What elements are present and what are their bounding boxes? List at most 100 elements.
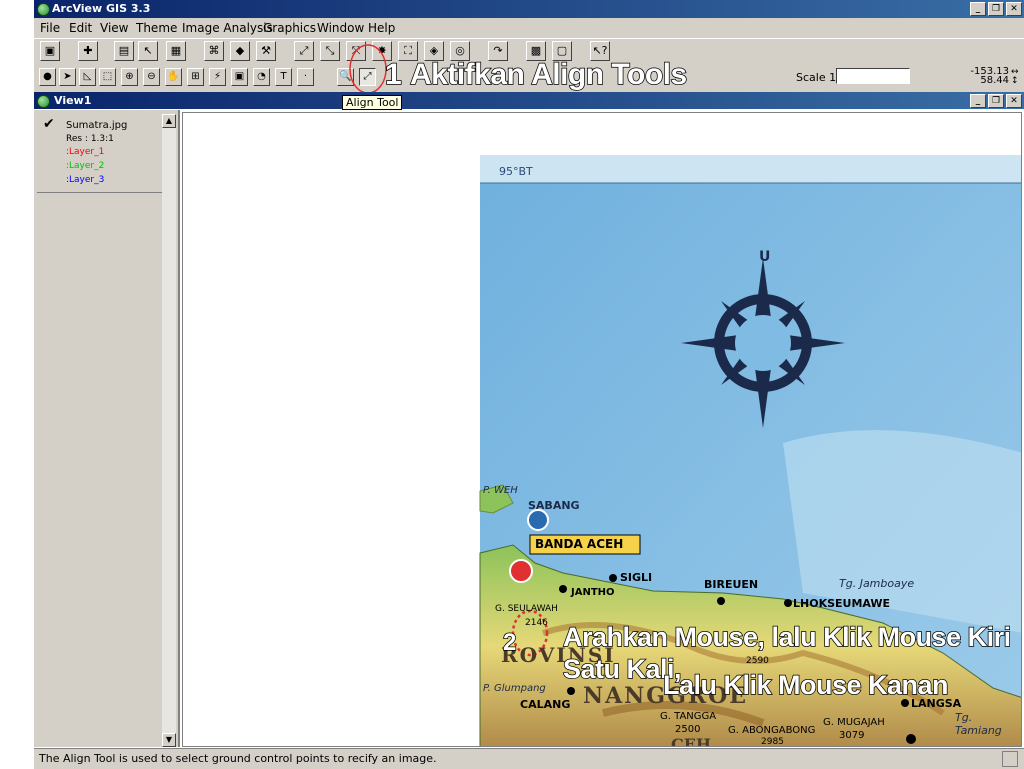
select-feature-icon: ⬚ bbox=[102, 71, 113, 82]
pan-tool[interactable]: ✋ bbox=[165, 68, 182, 86]
theme-entry[interactable]: ✔ Sumatra.jpg Res : 1.3:1 :Layer_1 :Laye… bbox=[37, 114, 162, 193]
vertical-arrow-icon: ↕ bbox=[1011, 76, 1019, 86]
scroll-up-button[interactable]: ▲ bbox=[162, 114, 176, 128]
minimize-button[interactable]: _ bbox=[970, 2, 986, 16]
label-g-mugajah: G. MUGAJAH bbox=[823, 717, 885, 728]
map-canvas[interactable]: 95°BT U P. WEH SABANG BANDA ACEH SIGLI B… bbox=[182, 112, 1022, 747]
zoom-out-icon: ⊖ bbox=[147, 71, 156, 82]
select-by-theme-icon: ◎ bbox=[455, 44, 465, 57]
select-feature-tool[interactable]: ⬚ bbox=[99, 68, 116, 86]
layout-icon: ▢ bbox=[556, 44, 568, 57]
edit-legend-icon: ↖ bbox=[143, 44, 153, 57]
save-button[interactable]: ▣ bbox=[40, 41, 60, 61]
menu-image-analysis[interactable]: Image Analysis bbox=[182, 21, 273, 35]
hot-link-icon: ⚒ bbox=[261, 44, 271, 57]
pan-icon: ✋ bbox=[167, 71, 180, 82]
zoom-in-icon: ⊕ bbox=[125, 71, 134, 82]
coordinate-y: 58.44 bbox=[980, 75, 1009, 86]
longitude-label: 95°BT bbox=[499, 165, 533, 178]
view-restore-button[interactable]: ❐ bbox=[988, 94, 1004, 108]
draw-point-icon: · bbox=[303, 71, 308, 82]
pointer-tool[interactable]: ➤ bbox=[59, 68, 76, 86]
zoom-to-themes-icon: ⤡ bbox=[325, 44, 335, 57]
hotlink-tool[interactable]: ⚡ bbox=[209, 68, 226, 86]
label-tool[interactable]: ◔ bbox=[253, 68, 270, 86]
area-of-interest-tool[interactable]: ▣ bbox=[231, 68, 248, 86]
locate-address-button[interactable]: ◆ bbox=[230, 41, 250, 61]
label-tg-tamiang: Tg. Tamiang bbox=[955, 711, 1002, 737]
app-title: ArcView GIS 3.3 bbox=[52, 2, 151, 15]
open-table-icon: ▦ bbox=[170, 44, 182, 57]
zoom-in-tool[interactable]: ⊕ bbox=[121, 68, 138, 86]
theme-properties-button[interactable]: ▤ bbox=[114, 41, 134, 61]
label-p-weh: P. WEH bbox=[483, 485, 518, 496]
text-tool[interactable]: T bbox=[275, 68, 292, 86]
label-bireuen: BIREUEN bbox=[704, 578, 759, 591]
add-theme-button[interactable]: ✚ bbox=[78, 41, 98, 61]
zoom-out-tool[interactable]: ⊖ bbox=[143, 68, 160, 86]
view-minimize-button[interactable]: _ bbox=[970, 94, 986, 108]
label-sabang: SABANG bbox=[528, 499, 580, 512]
hot-link-button[interactable]: ⚒ bbox=[256, 41, 276, 61]
zoom-full-extent-button[interactable]: ⤢ bbox=[294, 41, 314, 61]
layer-2-label: :Layer_2 bbox=[66, 161, 105, 171]
menu-file[interactable]: File bbox=[40, 21, 60, 35]
step2-number: 2 bbox=[502, 628, 517, 657]
zoom-out-fixed-icon: ⛶ bbox=[404, 44, 412, 57]
label-g-seulawah: G. SEULAWAH bbox=[495, 604, 558, 614]
edit-legend-button[interactable]: ↖ bbox=[138, 41, 158, 61]
resize-grip-icon[interactable] bbox=[1002, 751, 1018, 767]
label-mugajah-height: 3079 bbox=[839, 730, 865, 741]
step1-number: 1 bbox=[384, 57, 402, 92]
layer-3-label: :Layer_3 bbox=[66, 175, 105, 185]
scale-input[interactable] bbox=[836, 68, 910, 84]
measure-tool[interactable]: ⊞ bbox=[187, 68, 204, 86]
identify-icon: ● bbox=[43, 71, 52, 82]
text-tool-icon: T bbox=[280, 71, 287, 82]
pointer-icon: ➤ bbox=[63, 71, 72, 82]
add-theme-icon: ✚ bbox=[83, 44, 93, 57]
clear-selected-icon: ↷ bbox=[493, 44, 503, 57]
scroll-down-button[interactable]: ▼ bbox=[162, 733, 176, 747]
menu-theme[interactable]: Theme bbox=[136, 21, 177, 35]
status-bar: The Align Tool is used to select ground … bbox=[34, 748, 1024, 769]
select-all-icon: ▩ bbox=[530, 44, 542, 57]
query-builder-icon: ⌘ bbox=[208, 44, 220, 57]
north-label: U bbox=[759, 249, 771, 265]
hotlink-tool-icon: ⚡ bbox=[213, 71, 222, 82]
menu-help[interactable]: Help bbox=[368, 21, 395, 35]
view-close-button[interactable]: ✕ bbox=[1006, 94, 1022, 108]
label-g-abongabong: G. ABONGABONG bbox=[728, 725, 816, 736]
menu-edit[interactable]: Edit bbox=[69, 21, 92, 35]
label-tangga-height: 2500 bbox=[675, 724, 701, 735]
step2-line2: Lalu Klik Mouse Kanan bbox=[662, 669, 949, 701]
area-of-interest-icon: ▣ bbox=[234, 71, 245, 82]
label-icon: ◔ bbox=[257, 71, 266, 82]
identify-tool[interactable]: ● bbox=[39, 68, 56, 86]
menu-window[interactable]: Window bbox=[317, 21, 364, 35]
view-globe-icon bbox=[37, 95, 50, 108]
theme-resolution: Res : 1.3:1 bbox=[66, 134, 114, 144]
menu-view[interactable]: View bbox=[100, 21, 128, 35]
draw-point-tool[interactable]: · bbox=[297, 68, 314, 86]
label-lhokseumawe: LHOKSEUMAWE bbox=[793, 597, 891, 610]
label-h2146: 2146 bbox=[525, 618, 548, 628]
locate-address-icon: ◆ bbox=[235, 44, 245, 57]
status-text: The Align Tool is used to select ground … bbox=[39, 752, 437, 765]
checkmark-icon[interactable]: ✔ bbox=[43, 116, 55, 132]
layer-1-label: :Layer_1 bbox=[66, 147, 105, 157]
query-builder-button[interactable]: ⌘ bbox=[204, 41, 224, 61]
restore-button[interactable]: ❐ bbox=[988, 2, 1004, 16]
step1-text: Aktifkan Align Tools bbox=[409, 57, 688, 92]
menu-graphics[interactable]: Graphics bbox=[263, 21, 316, 35]
open-table-button[interactable]: ▦ bbox=[166, 41, 186, 61]
vertex-edit-tool[interactable]: ◺ bbox=[79, 68, 96, 86]
toc-scrollbar[interactable]: ▲ ▼ bbox=[162, 114, 176, 747]
close-button[interactable]: ✕ bbox=[1006, 2, 1022, 16]
app-title-bar: ArcView GIS 3.3 _ ❐ ✕ bbox=[34, 0, 1024, 18]
step1-highlight-circle bbox=[349, 44, 387, 94]
label-calang: CALANG bbox=[520, 698, 571, 711]
label-jantho: JANTHO bbox=[571, 587, 615, 598]
vertex-edit-icon: ◺ bbox=[83, 71, 92, 82]
zoom-to-themes-button[interactable]: ⤡ bbox=[320, 41, 340, 61]
